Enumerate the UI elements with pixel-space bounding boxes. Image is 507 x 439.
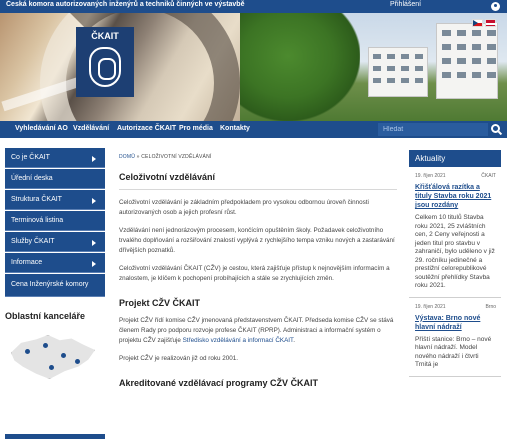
sidebar-item-cena-inzenyrske-komory[interactable]: Cena Inženýrské komory bbox=[5, 274, 105, 297]
hero-banner: ČKAIT bbox=[0, 13, 507, 121]
news-date: 19. říjen 2021 bbox=[415, 173, 446, 179]
search-input[interactable] bbox=[378, 123, 488, 136]
czech-republic-map-icon bbox=[11, 335, 95, 379]
ckait-logo[interactable]: ČKAIT bbox=[76, 27, 134, 97]
english-flag-icon[interactable] bbox=[485, 19, 497, 27]
breadcrumb-home[interactable]: DOMŮ bbox=[119, 154, 135, 160]
sidebar-item-label: Úřední deska bbox=[11, 175, 53, 182]
news-excerpt: Celkem 10 titulů Stavba roku 2021, 25 zv… bbox=[415, 214, 495, 289]
language-switcher bbox=[472, 19, 498, 29]
sidebar-footer-bar bbox=[5, 434, 105, 439]
sidebar-item-co-je-ckait[interactable]: Co je ČKAIT bbox=[5, 148, 105, 168]
sidebar-item-terminova-listina[interactable]: Terminová listina bbox=[5, 211, 105, 231]
nav-item-pro-media[interactable]: Pro média bbox=[179, 125, 213, 132]
page-title: Celoživotní vzdělávání bbox=[119, 172, 397, 190]
sidebar-item-uredni-deska[interactable]: Úřední deska bbox=[5, 169, 105, 189]
logo-emblem-icon bbox=[89, 47, 121, 87]
czech-flag-icon[interactable] bbox=[472, 19, 483, 27]
sidebar-item-label: Služby ČKAIT bbox=[11, 238, 55, 245]
nav-item-autorizace[interactable]: Autorizace ČKAIT bbox=[117, 125, 176, 132]
paragraph-intro: Celoživotní vzdělávání je základním před… bbox=[119, 199, 369, 216]
paragraph-czv: Celoživotní vzdělávání ČKAIT (CŽV) je ce… bbox=[119, 265, 390, 282]
nav-item-kontakty[interactable]: Kontakty bbox=[220, 125, 250, 132]
regional-offices-map[interactable] bbox=[5, 329, 99, 387]
sidebar-item-informace[interactable]: Informace bbox=[5, 253, 105, 273]
sidebar-item-label: Terminová listina bbox=[11, 217, 64, 224]
news-tag[interactable]: Brno bbox=[485, 304, 496, 310]
nav-item-vyhledavani-ao[interactable]: Vyhledávání AO bbox=[15, 125, 68, 132]
stredisko-link[interactable]: Středisko vzdělávání a informací ČKAIT bbox=[183, 337, 294, 344]
news-excerpt: Příští stanice: Brno – nové hlavní nádra… bbox=[415, 335, 492, 369]
office-marker[interactable] bbox=[25, 349, 30, 354]
office-marker[interactable] bbox=[75, 359, 80, 364]
regional-offices-title: Oblastní kanceláře bbox=[5, 311, 86, 321]
sidebar: Co je ČKAIT Úřední deska Struktura ČKAIT… bbox=[5, 148, 105, 439]
breadcrumb-separator: » bbox=[136, 154, 140, 160]
nav-item-vzdelavani[interactable]: Vzdělávání bbox=[73, 125, 109, 132]
paragraph-since: Projekt CŽV je realizován již od roku 20… bbox=[119, 355, 238, 362]
sidebar-item-struktura-ckait[interactable]: Struktura ČKAIT bbox=[5, 190, 105, 210]
news-date: 19. říjen 2021 bbox=[415, 303, 446, 310]
news-meta: 19. říjen 2021 Brno bbox=[415, 304, 496, 310]
section-heading-project: Projekt CŽV ČKAIT bbox=[119, 298, 201, 308]
logo-text: ČKAIT bbox=[91, 31, 119, 41]
news-item: 19. říjen 2021 Brno Výstava: Brno nové h… bbox=[409, 298, 501, 377]
breadcrumb-current: CELOŽIVOTNÍ VZDĚLÁVÁNÍ bbox=[141, 154, 212, 160]
news-meta: 19. říjen 2021 ČKAIT bbox=[415, 173, 496, 179]
user-icon[interactable] bbox=[491, 2, 500, 11]
paragraph-project-end: . bbox=[293, 337, 295, 344]
news-column: Aktuality 19. říjen 2021 ČKAIT Křišťálov… bbox=[409, 150, 501, 377]
top-bar: Česká komora autorizovaných inženýrů a t… bbox=[0, 0, 507, 13]
sidebar-item-sluzby-ckait[interactable]: Služby ČKAIT bbox=[5, 232, 105, 252]
chevron-right-icon bbox=[92, 240, 96, 246]
chevron-right-icon bbox=[92, 198, 96, 204]
login-link[interactable]: Přihlášení bbox=[390, 1, 421, 8]
news-title-link[interactable]: Výstava: Brno nové hlavní nádraží bbox=[415, 314, 496, 332]
sidebar-item-label: Struktura ČKAIT bbox=[11, 196, 62, 203]
hero-image-residential bbox=[240, 13, 507, 121]
main-content: DOMŮ » CELOŽIVOTNÍ VZDĚLÁVÁNÍ Celoživotn… bbox=[119, 154, 397, 388]
office-marker[interactable] bbox=[61, 353, 66, 358]
news-heading: Aktuality bbox=[409, 150, 501, 167]
chevron-right-icon bbox=[92, 261, 96, 267]
chevron-right-icon bbox=[92, 156, 96, 162]
news-item: 19. říjen 2021 ČKAIT Křišťálová razítka … bbox=[409, 167, 501, 298]
office-marker[interactable] bbox=[43, 343, 48, 348]
sidebar-item-label: Informace bbox=[11, 259, 43, 266]
organization-name[interactable]: Česká komora autorizovaných inženýrů a t… bbox=[6, 1, 244, 8]
sidebar-item-label: Co je ČKAIT bbox=[11, 154, 50, 161]
paragraph-project: Projekt CŽV řídí komise CŽV jmenovaná př… bbox=[119, 316, 397, 346]
news-tag[interactable]: ČKAIT bbox=[481, 173, 496, 179]
section-heading-programs: Akreditované vzdělávací programy CŽV ČKA… bbox=[119, 378, 319, 388]
main-navigation: Vyhledávání AO Vzdělávání Autorizace ČKA… bbox=[0, 121, 507, 138]
breadcrumb: DOMŮ » CELOŽIVOTNÍ VZDĚLÁVÁNÍ bbox=[119, 154, 397, 160]
search-icon[interactable] bbox=[491, 124, 500, 133]
sidebar-item-label: Cena Inženýrské komory bbox=[11, 281, 89, 288]
paragraph-process: Vzdělávání není jednorázovým procesem, k… bbox=[119, 227, 395, 254]
office-marker[interactable] bbox=[49, 365, 54, 370]
news-title-link[interactable]: Křišťálová razítka a tituly Stavba roku … bbox=[415, 183, 496, 210]
